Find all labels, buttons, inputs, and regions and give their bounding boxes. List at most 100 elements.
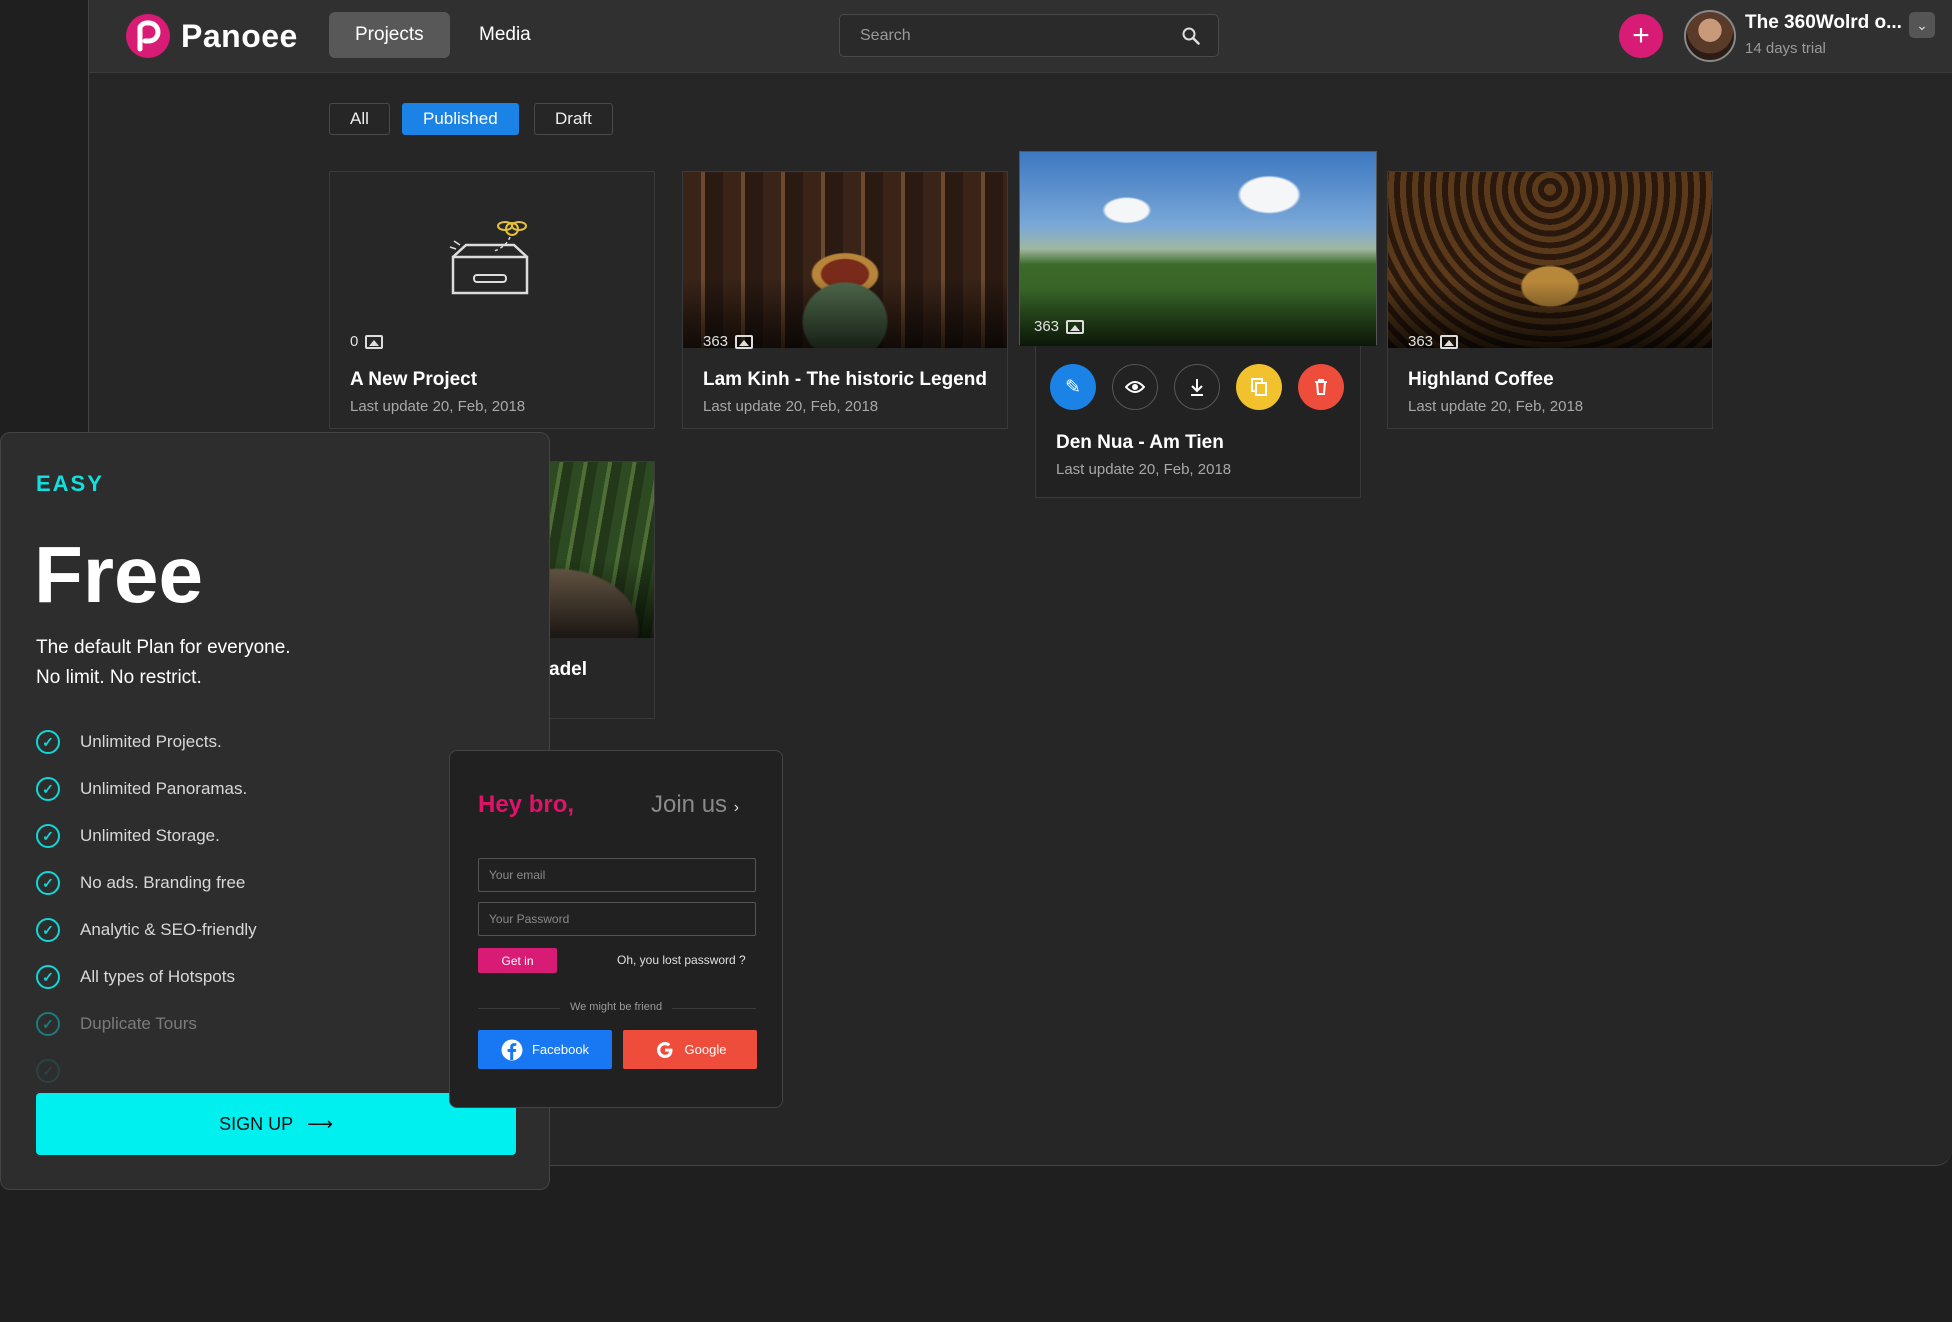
trash-icon[interactable] xyxy=(1298,364,1344,410)
plan-description-line: The default Plan for everyone. xyxy=(36,637,291,658)
feature-label: Unlimited Storage. xyxy=(80,826,220,845)
login-greeting: Hey bro, xyxy=(478,791,575,818)
panorama-count: 0 xyxy=(350,333,384,350)
avatar[interactable] xyxy=(1684,10,1736,62)
check-icon: ✓ xyxy=(36,965,60,989)
panorama-count: 363 xyxy=(703,333,754,350)
filter-draft[interactable]: Draft xyxy=(534,103,613,135)
feature-item: ✓ Unlimited Storage. xyxy=(36,824,220,848)
google-icon xyxy=(656,1041,673,1058)
feature-item: ✓ Unlimited Projects. xyxy=(36,730,222,754)
duplicate-icon[interactable] xyxy=(1236,364,1282,410)
project-thumbnail xyxy=(683,172,1007,348)
project-card[interactable]: 363 Highland Coffee Last update 20, Feb,… xyxy=(1387,171,1713,429)
google-label: Google xyxy=(684,1042,727,1057)
image-icon xyxy=(735,334,754,349)
project-title: adel xyxy=(549,659,588,680)
panoee-logo-icon xyxy=(126,14,170,58)
lost-password-link[interactable]: Oh, you lost password ? xyxy=(617,953,746,967)
search-input[interactable] xyxy=(858,25,1182,46)
project-title: Highland Coffee xyxy=(1408,369,1554,390)
plus-icon: + xyxy=(1632,19,1650,52)
project-thumbnail xyxy=(1388,172,1712,348)
panorama-count-value: 0 xyxy=(350,333,359,350)
feature-item: ✓ Duplicate Tours xyxy=(36,1012,197,1036)
empty-box-icon xyxy=(449,221,529,295)
arrow-right-icon: ⟶ xyxy=(307,1113,333,1134)
facebook-label: Facebook xyxy=(531,1042,590,1057)
nav-media[interactable]: Media xyxy=(453,12,557,58)
feature-label: Duplicate Tours xyxy=(80,1014,197,1033)
feature-item: ✓ Analytic & SEO-friendly xyxy=(36,918,257,942)
sign-up-label: SIGN UP xyxy=(219,1113,294,1134)
panorama-count: 363 xyxy=(1408,333,1459,350)
project-card[interactable]: 363 Lam Kinh - The historic Legend Last … xyxy=(682,171,1008,429)
check-icon: ✓ xyxy=(36,1012,60,1036)
eye-icon[interactable] xyxy=(1112,364,1158,410)
project-date: Last update 20, Feb, 2018 xyxy=(1408,398,1584,415)
facebook-icon xyxy=(501,1039,523,1060)
panorama-count-value: 363 xyxy=(1408,333,1434,350)
plan-tag: EASY xyxy=(36,471,104,496)
plan-description: The default Plan for everyone. No limit.… xyxy=(36,633,291,693)
feature-item-faded: ✓ xyxy=(36,1059,60,1083)
panorama-count: 363 xyxy=(1034,318,1085,335)
project-date: Last update 20, Feb, 2018 xyxy=(703,398,879,415)
filter-all[interactable]: All xyxy=(329,103,390,135)
feature-item: ✓ Unlimited Panoramas. xyxy=(36,777,247,801)
email-field[interactable] xyxy=(478,858,756,892)
project-card[interactable]: 0 A New Project Last update 20, Feb, 201… xyxy=(329,171,655,429)
sign-up-button[interactable]: SIGN UP ⟶ xyxy=(36,1093,516,1155)
logo[interactable]: Panoee xyxy=(125,13,298,59)
add-project-button[interactable]: + xyxy=(1619,14,1663,58)
feature-label: No ads. Branding free xyxy=(80,873,246,892)
project-date: Last update 20, Feb, 2018 xyxy=(350,398,526,415)
get-in-button[interactable]: Get in xyxy=(478,948,557,973)
download-icon[interactable] xyxy=(1174,364,1220,410)
check-icon: ✓ xyxy=(36,918,60,942)
image-icon xyxy=(1440,334,1459,349)
project-title: A New Project xyxy=(350,369,478,390)
password-field[interactable] xyxy=(478,902,756,936)
google-button[interactable]: Google xyxy=(623,1030,757,1069)
plan-description-line: No limit. No restrict. xyxy=(36,667,202,688)
edit-icon[interactable]: ✎ xyxy=(1050,364,1096,410)
feature-item: ✓ All types of Hotspots xyxy=(36,965,235,989)
project-date: Last update 20, Feb, 2018 xyxy=(1056,461,1232,478)
social-divider-label: We might be friend xyxy=(450,1001,782,1013)
chevron-down-icon[interactable]: ⌄ xyxy=(1909,12,1935,38)
feature-label: Unlimited Panoramas. xyxy=(80,779,248,798)
top-bar: Panoee Projects Media + The 360Wolrd o..… xyxy=(89,0,1952,73)
search-box xyxy=(839,14,1219,57)
join-us-label: Join us xyxy=(651,791,728,818)
panorama-count-value: 363 xyxy=(703,333,729,350)
plan-name: Free xyxy=(34,530,203,619)
chevron-right-icon: › xyxy=(733,799,740,816)
image-icon xyxy=(1066,319,1085,334)
check-icon: ✓ xyxy=(36,824,60,848)
logo-text: Panoee xyxy=(181,17,298,54)
user-name[interactable]: The 360Wolrd o... xyxy=(1745,12,1902,34)
project-title: Lam Kinh - The historic Legend xyxy=(703,369,987,390)
facebook-button[interactable]: Facebook xyxy=(478,1030,612,1069)
check-icon: ✓ xyxy=(36,777,60,801)
project-card-hover-panel[interactable]: ✎ Den Nua - Am Tien Last update 20, Feb,… xyxy=(1035,340,1361,498)
project-title: Den Nua - Am Tien xyxy=(1056,432,1224,453)
nav-projects[interactable]: Projects xyxy=(329,12,450,58)
feature-label: All types of Hotspots xyxy=(80,967,235,986)
filter-published[interactable]: Published xyxy=(402,103,519,135)
panorama-count-value: 363 xyxy=(1034,318,1060,335)
feature-label: Unlimited Projects. xyxy=(80,732,222,751)
social-divider-text: We might be friend xyxy=(559,1001,673,1013)
login-card: Hey bro, Join us › Get in Oh, you lost p… xyxy=(449,750,783,1108)
check-icon: ✓ xyxy=(36,730,60,754)
feature-label: Analytic & SEO-friendly xyxy=(80,920,257,939)
join-us-link[interactable]: Join us › xyxy=(651,791,739,819)
image-icon xyxy=(365,334,384,349)
search-icon[interactable] xyxy=(1182,27,1200,45)
check-icon: ✓ xyxy=(36,1059,60,1083)
feature-item: ✓ No ads. Branding free xyxy=(36,871,245,895)
project-card[interactable]: 363 xyxy=(1019,151,1377,346)
check-icon: ✓ xyxy=(36,871,60,895)
project-thumbnail xyxy=(1020,152,1376,346)
